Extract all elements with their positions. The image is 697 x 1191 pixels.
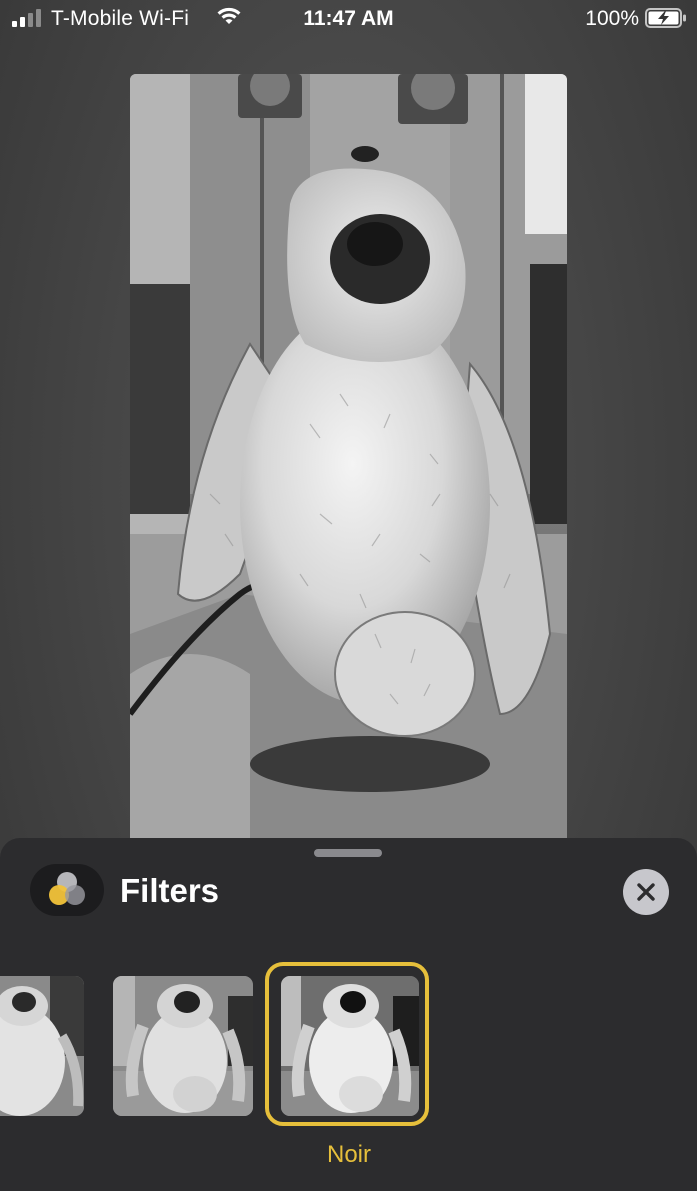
close-button[interactable]: [623, 869, 669, 915]
battery-percentage: 100%: [585, 7, 639, 30]
filter-thumbnail-image: [113, 976, 253, 1116]
main-photo: [130, 74, 567, 854]
filter-thumbnail-1[interactable]: [0, 976, 84, 1116]
filters-icon: [49, 872, 85, 905]
status-bar: T-Mobile Wi-Fi 11:47 AM 100%: [0, 0, 697, 40]
photo-image: [130, 74, 567, 854]
photo-filter-screen: T-Mobile Wi-Fi 11:47 AM 100% Filters Noi…: [0, 0, 697, 1191]
filters-sheet: Filters Noir: [0, 838, 697, 1191]
selected-filter-ring[interactable]: [265, 962, 429, 1126]
close-icon: [637, 883, 655, 901]
sheet-grabber[interactable]: [314, 849, 382, 857]
filter-thumbnail-image: [0, 976, 84, 1116]
battery-charging-icon: [645, 8, 686, 28]
sheet-title: Filters: [120, 872, 220, 909]
filter-thumbnail-2[interactable]: [113, 976, 253, 1116]
filters-badge: [30, 864, 104, 916]
selected-filter-label: Noir: [326, 1141, 371, 1168]
